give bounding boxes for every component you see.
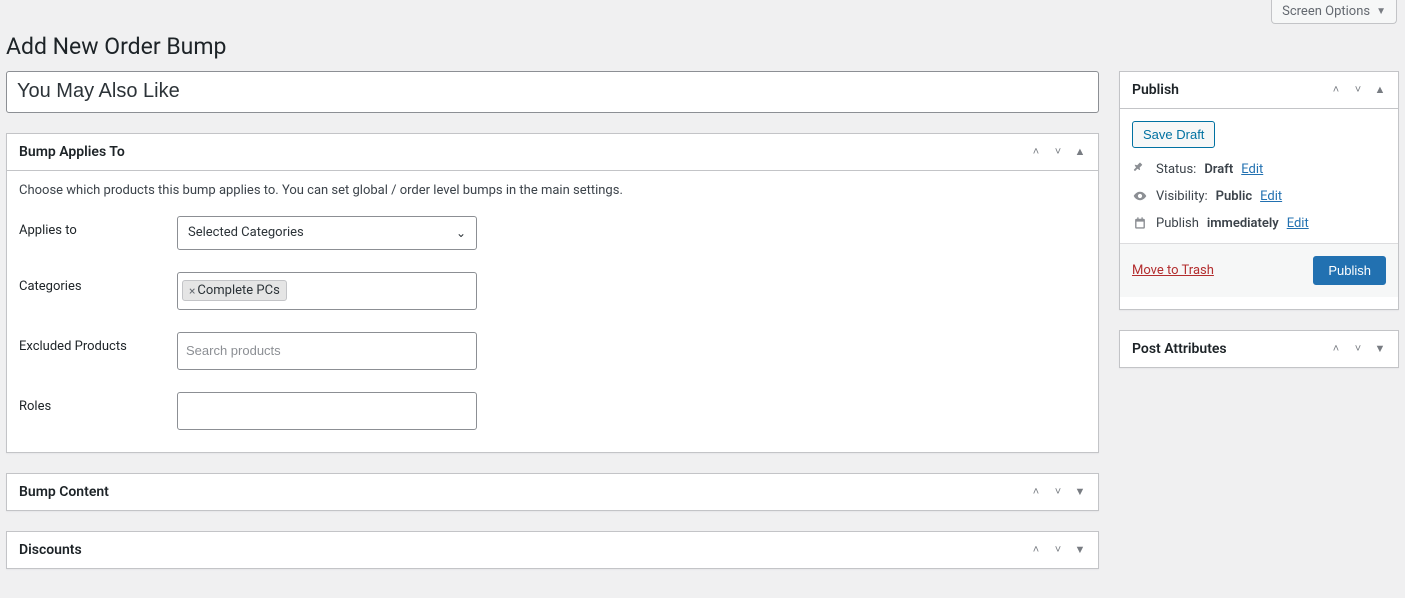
roles-search[interactable]	[182, 399, 472, 422]
visibility-label: Visibility:	[1156, 189, 1208, 204]
metabox-post-attributes: Post Attributes ˄ ˅ ▼	[1119, 330, 1399, 368]
applies-to-label: Applies to	[19, 216, 177, 238]
calendar-icon	[1132, 216, 1148, 230]
publish-on-value: immediately	[1207, 216, 1279, 231]
toggle-panel-icon[interactable]: ▲	[1372, 82, 1388, 98]
roles-label: Roles	[19, 392, 177, 414]
metabox-title: Bump Applies To	[7, 134, 137, 170]
metabox-publish: Publish ˄ ˅ ▲ Save Draft Status: Draft E…	[1119, 71, 1399, 310]
categories-input[interactable]: × Complete PCs	[177, 272, 477, 310]
page-title: Add New Order Bump	[0, 32, 1405, 71]
metabox-description: Choose which products this bump applies …	[19, 183, 1086, 198]
toggle-panel-icon[interactable]: ▼	[1072, 542, 1088, 558]
metabox-title: Post Attributes	[1120, 331, 1239, 367]
move-down-icon[interactable]: ˅	[1050, 542, 1066, 558]
status-value: Draft	[1204, 162, 1233, 177]
edit-status-link[interactable]: Edit	[1241, 162, 1263, 177]
move-to-trash-link[interactable]: Move to Trash	[1132, 263, 1214, 278]
toggle-panel-icon[interactable]: ▲	[1072, 144, 1088, 160]
metabox-discounts: Discounts ˄ ˅ ▼	[6, 531, 1099, 569]
excluded-products-input[interactable]	[177, 332, 477, 370]
move-down-icon[interactable]: ˅	[1350, 82, 1366, 98]
chevron-down-icon: ▼	[1376, 6, 1386, 17]
applies-to-select[interactable]: Selected Categories ⌄	[177, 216, 477, 250]
move-down-icon[interactable]: ˅	[1350, 341, 1366, 357]
metabox-title: Discounts	[7, 532, 94, 568]
move-up-icon[interactable]: ˄	[1028, 144, 1044, 160]
publish-on-label: Publish	[1156, 216, 1199, 231]
excluded-products-search[interactable]	[182, 339, 472, 362]
roles-input[interactable]	[177, 392, 477, 430]
edit-publish-date-link[interactable]: Edit	[1287, 216, 1309, 231]
move-up-icon[interactable]: ˄	[1328, 341, 1344, 357]
move-up-icon[interactable]: ˄	[1328, 82, 1344, 98]
eye-icon	[1132, 189, 1148, 203]
move-down-icon[interactable]: ˅	[1050, 484, 1066, 500]
pin-icon	[1132, 162, 1148, 176]
category-tag-label: Complete PCs	[197, 283, 279, 298]
screen-options-label: Screen Options	[1282, 4, 1370, 19]
metabox-bump-applies: Bump Applies To ˄ ˅ ▲ Choose which produ…	[6, 133, 1099, 453]
post-title-input[interactable]	[6, 71, 1099, 113]
move-up-icon[interactable]: ˄	[1028, 484, 1044, 500]
visibility-value: Public	[1216, 189, 1252, 204]
save-draft-button[interactable]: Save Draft	[1132, 121, 1215, 148]
categories-label: Categories	[19, 272, 177, 294]
chevron-down-icon: ⌄	[456, 226, 466, 240]
remove-tag-icon[interactable]: ×	[189, 284, 195, 298]
metabox-bump-content: Bump Content ˄ ˅ ▼	[6, 473, 1099, 511]
move-down-icon[interactable]: ˅	[1050, 144, 1066, 160]
toggle-panel-icon[interactable]: ▼	[1372, 341, 1388, 357]
metabox-title: Publish	[1120, 72, 1191, 108]
status-label: Status:	[1156, 162, 1196, 177]
applies-to-value: Selected Categories	[188, 225, 304, 240]
move-up-icon[interactable]: ˄	[1028, 542, 1044, 558]
toggle-panel-icon[interactable]: ▼	[1072, 484, 1088, 500]
publish-button[interactable]: Publish	[1313, 256, 1386, 285]
screen-options-toggle[interactable]: Screen Options ▼	[1271, 0, 1397, 24]
edit-visibility-link[interactable]: Edit	[1260, 189, 1282, 204]
metabox-title: Bump Content	[7, 474, 121, 510]
excluded-products-label: Excluded Products	[19, 332, 177, 354]
category-tag: × Complete PCs	[182, 280, 287, 301]
